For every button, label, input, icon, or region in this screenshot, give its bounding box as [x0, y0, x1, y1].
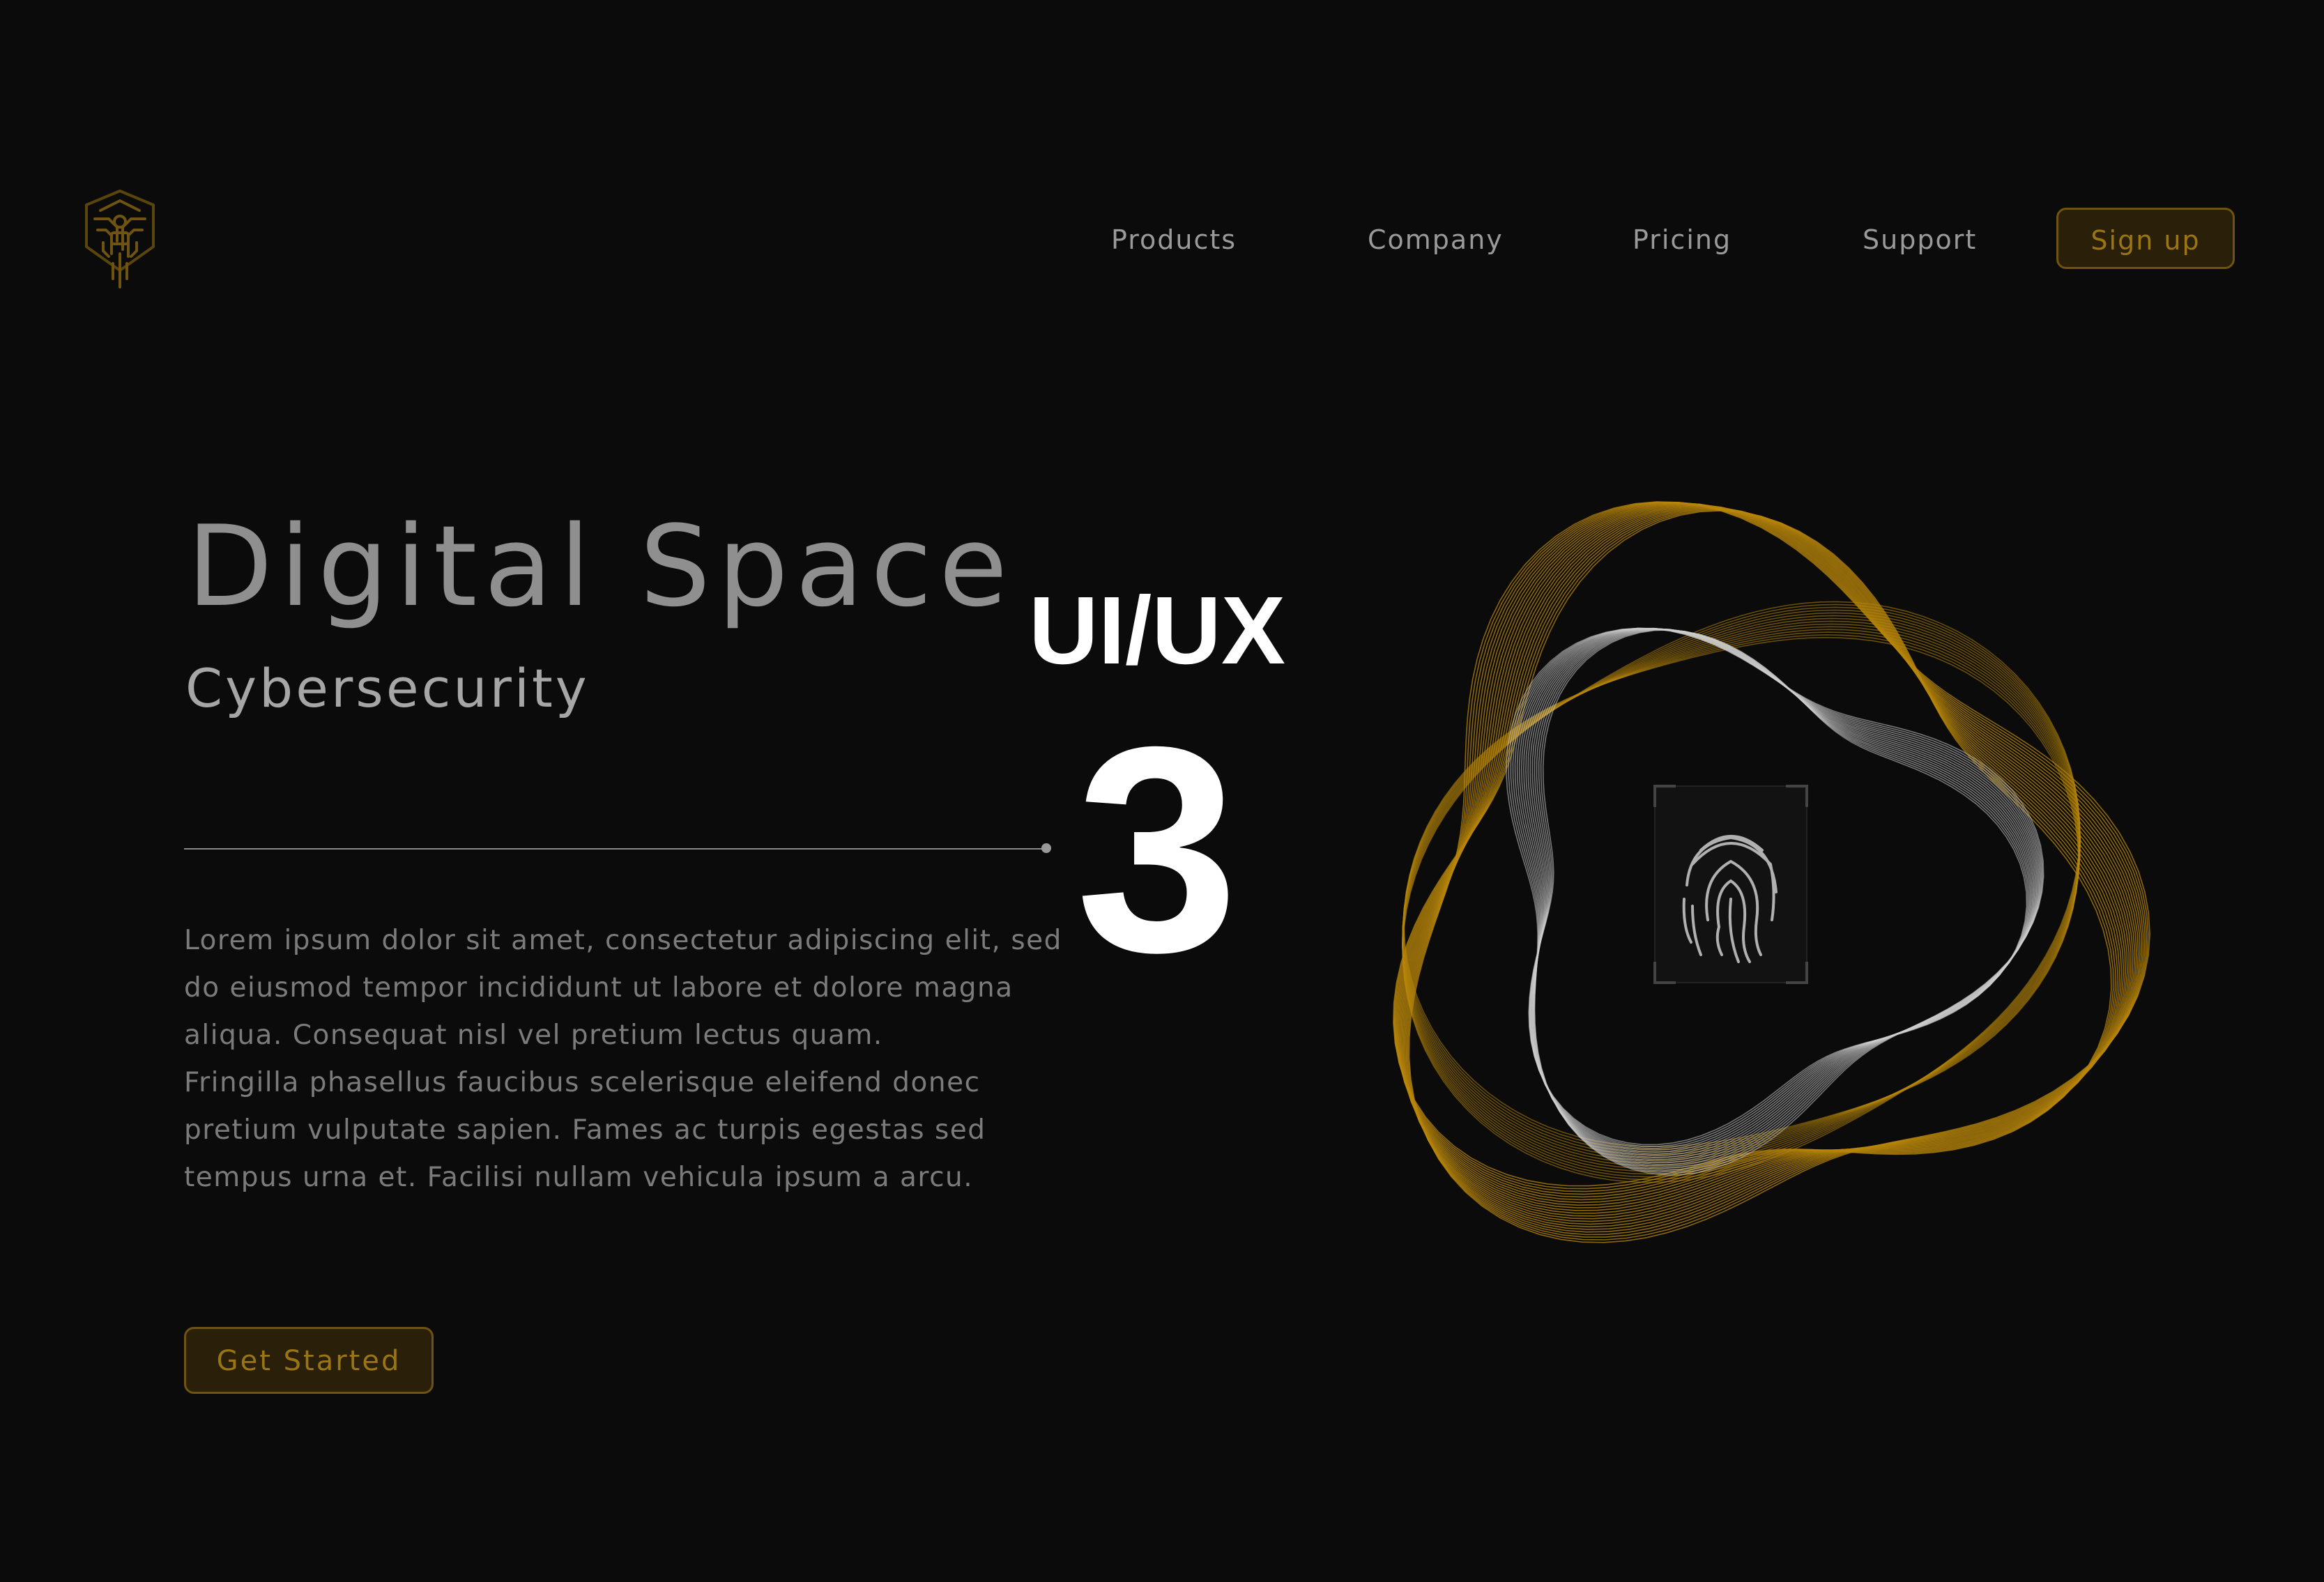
hero-description-line: pretium vulputate sapien. Fames ac turpi… — [184, 1114, 986, 1146]
hero-description-line: Fringilla phasellus faucibus scelerisque… — [184, 1067, 981, 1098]
hero-description-line: aliqua. Consequat nisl vel pretium lectu… — [184, 1020, 883, 1051]
hero-description-line: Lorem ipsum dolor sit amet, consectetur … — [184, 925, 1062, 956]
nav-link-products[interactable]: Products — [1111, 208, 1237, 272]
fingerprint-icon — [1653, 785, 1808, 984]
hero-description-line: do eiusmod tempor incididunt ut labore e… — [184, 972, 1014, 1004]
hero-divider — [184, 848, 1047, 850]
hero-subtitle: Cybersecurity — [185, 657, 590, 719]
get-started-button[interactable]: Get Started — [184, 1327, 434, 1394]
overlay-number: 3 — [1076, 686, 1239, 1013]
wave-ring-graphic — [1393, 501, 2150, 1243]
nav-link-support[interactable]: Support — [1863, 208, 1977, 272]
top-nav: Products Company Pricing Support Sign up — [0, 208, 2324, 272]
overlay-label: UI/UX — [1028, 577, 1286, 684]
hero-description: Lorem ipsum dolor sit amet, consectetur … — [184, 917, 1090, 1201]
sign-up-button[interactable]: Sign up — [2056, 208, 2235, 269]
wave-ring-illustration — [1310, 474, 2175, 1310]
nav-link-company[interactable]: Company — [1368, 208, 1504, 272]
landing-page: Products Company Pricing Support Sign up… — [0, 0, 2324, 1582]
hero-title: Digital Space — [187, 501, 1015, 631]
nav-link-pricing[interactable]: Pricing — [1633, 208, 1731, 272]
hero-description-line: tempus urna et. Facilisi nullam vehicula… — [184, 1162, 974, 1193]
